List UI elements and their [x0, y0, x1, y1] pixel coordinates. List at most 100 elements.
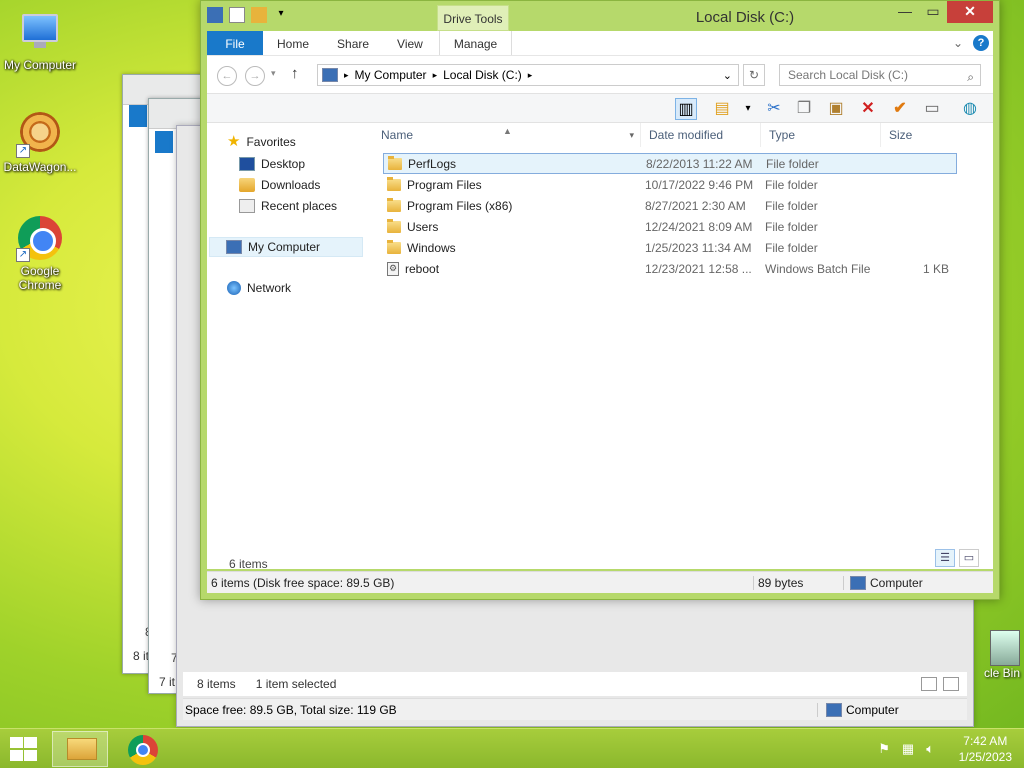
computer-label: Computer — [846, 702, 899, 717]
start-button[interactable] — [8, 737, 38, 761]
folder-icon — [387, 176, 401, 191]
maximize-button[interactable]: ▭ — [919, 1, 947, 23]
windows-logo-icon — [24, 737, 37, 748]
explorer-window[interactable]: ▾ Drive Tools Local Disk (C:) — ▭ ✕ File… — [200, 0, 1000, 600]
breadcrumb-my-computer[interactable]: My Computer — [355, 68, 427, 82]
desktop-icon-my-computer[interactable]: My Computer — [0, 8, 80, 72]
nav-label: Recent places — [261, 199, 338, 213]
status-bar: 6 items (Disk free space: 89.5 GB) 89 by… — [207, 571, 993, 593]
folder-icon — [387, 197, 401, 212]
downloads-icon — [239, 178, 255, 192]
status-computer: Computer — [870, 575, 923, 590]
forward-button[interactable]: → — [245, 66, 265, 86]
clock-date: 1/25/2023 — [958, 750, 1012, 764]
preview-pane-icon[interactable]: ▥ — [675, 98, 697, 120]
nav-recent-places[interactable]: Recent places — [239, 199, 337, 213]
file-row[interactable]: Program Files (x86) 8/27/2021 2:30 AM Fi… — [383, 195, 957, 216]
minimize-button[interactable]: — — [891, 1, 919, 23]
nav-favorites[interactable]: ★ Favorites — [227, 133, 296, 150]
details-view-icon[interactable] — [921, 677, 937, 691]
desktop-icon-google-chrome[interactable]: ↗ Google Chrome — [0, 214, 80, 292]
computer-icon — [850, 575, 866, 590]
window-title: Local Disk (C:) — [695, 9, 795, 26]
search-icon: ⌕ — [967, 70, 974, 84]
address-row: ← → ▾ ↑ ▸ My Computer ▸ Local Disk (C:) … — [207, 55, 993, 93]
tab-manage[interactable]: Manage — [438, 31, 513, 55]
desktop-icon-label: DataWagon... — [3, 160, 77, 174]
taskbar-file-explorer[interactable] — [52, 731, 108, 767]
system-tray: ⚑ ▦ 🔈︎ — [878, 741, 934, 757]
volume-icon[interactable]: 🔈︎ — [926, 741, 934, 757]
chevron-down-icon[interactable]: ▾ — [629, 123, 634, 147]
desktop-icon-datawagon[interactable]: ↗ DataWagon... — [0, 110, 80, 174]
view-switcher: ☰ ▭ — [935, 549, 979, 567]
file-row[interactable]: Windows 1/25/2023 11:34 AM File folder — [383, 237, 957, 258]
file-name: Program Files — [407, 177, 482, 192]
tab-share[interactable]: Share — [323, 31, 383, 55]
toolbar: ▥ ▤ ▾ ✂ ❐ ▣ ✕ ✔ ▭ ◍ — [207, 93, 993, 123]
help-icon[interactable]: ? — [973, 35, 989, 51]
file-row[interactable]: PerfLogs 8/22/2013 11:22 AM File folder — [383, 153, 957, 174]
network-status-icon[interactable]: ▦ — [902, 741, 914, 757]
datawagon-icon: ↗ — [16, 110, 64, 158]
file-date: 12/23/2021 12:58 ... — [645, 261, 752, 276]
large-icons-view-icon[interactable]: ▭ — [959, 549, 979, 567]
title-bar[interactable]: ▾ Drive Tools Local Disk (C:) — ▭ ✕ — [201, 1, 999, 31]
file-size: 1 KB — [922, 261, 949, 276]
file-list-pane: Name ▲ ▾ Date modified Type Size PerfLog… — [373, 123, 993, 569]
column-name[interactable]: Name ▲ ▾ — [373, 123, 641, 147]
back-button[interactable]: ← — [217, 66, 237, 86]
nav-desktop[interactable]: Desktop — [239, 157, 305, 171]
column-label: Size — [889, 128, 913, 142]
star-icon: ★ — [227, 133, 241, 150]
properties-icon[interactable]: ▤ — [711, 98, 733, 120]
delete-icon[interactable]: ✕ — [857, 98, 879, 120]
file-row[interactable]: Users 12/24/2021 8:09 AM File folder — [383, 216, 957, 237]
recent-locations-icon[interactable]: ▾ — [271, 68, 276, 79]
expand-ribbon-icon[interactable]: ⌄ — [953, 36, 963, 50]
new-window-icon[interactable]: ▭ — [921, 98, 943, 120]
nav-my-computer[interactable]: My Computer — [209, 237, 363, 257]
back-window-status: 8 items 1 item selected — [183, 672, 967, 696]
column-type[interactable]: Type — [761, 123, 881, 147]
refresh-button[interactable]: ↻ — [743, 64, 765, 86]
chrome-icon — [128, 735, 158, 765]
taskbar-chrome[interactable] — [116, 731, 172, 767]
desktop-icon-label: Google Chrome — [18, 264, 62, 292]
large-icons-view-icon[interactable] — [943, 677, 959, 691]
chevron-down-icon[interactable]: ▾ — [737, 98, 759, 120]
breadcrumb-separator: ▸ — [432, 69, 438, 80]
rename-check-icon[interactable]: ✔ — [889, 98, 911, 120]
copy-icon[interactable]: ❐ — [793, 98, 815, 120]
network-icon — [227, 281, 241, 295]
clock[interactable]: 7:42 AM 1/25/2023 — [959, 733, 1012, 765]
back-items-count: 8 items — [197, 677, 236, 691]
up-button[interactable]: ↑ — [291, 65, 299, 82]
computer-icon — [16, 8, 64, 56]
tab-view[interactable]: View — [383, 31, 437, 55]
details-view-icon[interactable]: ☰ — [935, 549, 955, 567]
address-dropdown-icon[interactable]: ⌄ — [723, 69, 732, 82]
close-button[interactable]: ✕ — [947, 1, 993, 23]
breadcrumb-local-disk[interactable]: Local Disk (C:) — [443, 68, 522, 82]
file-date: 12/24/2021 8:09 AM — [645, 219, 753, 234]
tab-home[interactable]: Home — [263, 31, 323, 55]
column-date-modified[interactable]: Date modified — [641, 123, 761, 147]
paste-icon[interactable]: ▣ — [825, 98, 847, 120]
desktop-icon-recycle-bin[interactable]: cle Bin — [960, 630, 1020, 680]
status-text: 6 items (Disk free space: 89.5 GB) — [211, 575, 395, 590]
file-row[interactable]: Program Files 10/17/2022 9:46 PM File fo… — [383, 174, 957, 195]
nav-downloads[interactable]: Downloads — [239, 178, 320, 192]
action-center-flag-icon[interactable]: ⚑ — [878, 741, 890, 757]
globe-icon[interactable]: ◍ — [959, 98, 981, 120]
column-size[interactable]: Size — [881, 123, 961, 147]
nav-network[interactable]: Network — [227, 281, 291, 295]
address-bar[interactable]: ▸ My Computer ▸ Local Disk (C:) ▸ ⌄ — [317, 64, 739, 86]
search-input[interactable]: Search Local Disk (C:) ⌕ — [779, 64, 981, 86]
file-row[interactable]: reboot 12/23/2021 12:58 ... Windows Batc… — [383, 258, 957, 279]
tab-file[interactable]: File — [207, 31, 263, 55]
background-window-status: 7 it — [159, 675, 176, 689]
file-date: 8/22/2013 11:22 AM — [646, 156, 753, 171]
computer-icon — [826, 702, 842, 717]
cut-icon[interactable]: ✂ — [763, 98, 785, 120]
